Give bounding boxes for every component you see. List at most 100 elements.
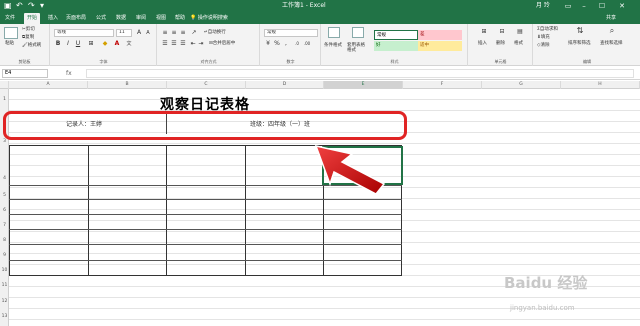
- row-header-9[interactable]: 9: [0, 253, 9, 258]
- row-header-1[interactable]: 1: [0, 97, 9, 102]
- close-button[interactable]: ✕: [614, 0, 630, 12]
- row-header-11[interactable]: 11: [0, 283, 9, 288]
- find-select-button[interactable]: 查找和选择: [600, 41, 626, 46]
- tab-insert[interactable]: 插入: [45, 13, 61, 24]
- undo-icon[interactable]: ↶: [16, 1, 23, 11]
- format-as-table-icon[interactable]: [352, 27, 364, 38]
- tab-data[interactable]: 数据: [113, 13, 129, 24]
- italic-button[interactable]: I: [64, 40, 72, 48]
- row-header-4[interactable]: 4: [0, 176, 9, 181]
- cut-button[interactable]: ✂剪切: [22, 27, 35, 33]
- save-icon[interactable]: ▣: [4, 1, 12, 11]
- align-top-icon[interactable]: ≡: [161, 29, 169, 37]
- bold-button[interactable]: B: [54, 40, 62, 48]
- style-good[interactable]: 好: [374, 41, 418, 51]
- currency-icon[interactable]: ¥: [264, 40, 272, 48]
- align-right-icon[interactable]: ☰: [179, 40, 187, 48]
- format-cells-icon[interactable]: ▤: [515, 28, 525, 36]
- phonetic-icon[interactable]: 文: [125, 40, 133, 48]
- increase-decimal-icon[interactable]: .0: [293, 40, 301, 48]
- row-header-12[interactable]: 12: [0, 299, 9, 304]
- font-name-select[interactable]: 等线: [54, 29, 114, 37]
- align-bottom-icon[interactable]: ≡: [179, 29, 187, 37]
- style-bad[interactable]: 差: [418, 30, 462, 40]
- align-middle-icon[interactable]: ≡: [170, 29, 178, 37]
- user-name[interactable]: 月 玲: [536, 1, 550, 11]
- autosum-button[interactable]: Σ自动求和: [537, 27, 558, 33]
- ribbon-display-options-button[interactable]: ▭: [560, 0, 576, 12]
- select-all-corner[interactable]: [0, 81, 9, 89]
- column-header-b[interactable]: B: [88, 81, 167, 89]
- style-neutral[interactable]: 适中: [418, 41, 462, 51]
- fill-color-icon[interactable]: ◆: [101, 40, 109, 48]
- ribbon: 粘贴 ✂剪切 ⧉复制 🖌格式刷 剪贴板 等线 11 A A B I U ⊞ ◆ …: [0, 24, 640, 66]
- tab-file[interactable]: 文件: [2, 13, 18, 24]
- fx-icon[interactable]: fx: [66, 69, 72, 78]
- percent-icon[interactable]: %: [273, 40, 281, 48]
- row-header-5[interactable]: 5: [0, 193, 9, 198]
- align-left-icon[interactable]: ☰: [161, 40, 169, 48]
- borders-icon[interactable]: ⊞: [87, 40, 95, 48]
- conditional-format-icon[interactable]: [328, 27, 340, 38]
- format-cells-button[interactable]: 格式: [514, 41, 523, 47]
- column-header-e[interactable]: E: [324, 81, 403, 89]
- insert-cells-button[interactable]: 插入: [478, 41, 487, 47]
- fill-button[interactable]: ⬇填充: [537, 35, 550, 41]
- tab-home[interactable]: 开始: [24, 13, 41, 24]
- column-header-g[interactable]: G: [482, 81, 561, 89]
- tab-formulas[interactable]: 公式: [93, 13, 109, 24]
- group-cells: ⊞ 插入 ⊟ 删除 ▤ 格式 单元格: [469, 24, 533, 66]
- share-button[interactable]: 共享: [606, 13, 616, 24]
- column-header-h[interactable]: H: [561, 81, 640, 89]
- number-format-select[interactable]: 常规: [264, 29, 318, 37]
- column-header-d[interactable]: D: [246, 81, 324, 89]
- comma-icon[interactable]: ,: [282, 40, 290, 48]
- redo-icon[interactable]: ↷: [28, 1, 35, 11]
- row-header-8[interactable]: 8: [0, 238, 9, 243]
- font-size-select[interactable]: 11: [116, 29, 132, 37]
- row-header-3[interactable]: 3: [0, 139, 9, 144]
- tab-view[interactable]: 视图: [153, 13, 169, 24]
- tab-review[interactable]: 审阅: [133, 13, 149, 24]
- merge-center-button[interactable]: ⊟合并后居中: [209, 41, 235, 47]
- tab-help[interactable]: 帮助: [172, 13, 188, 24]
- style-normal[interactable]: 常规: [374, 30, 418, 40]
- format-as-table-button[interactable]: 套用表格格式: [347, 43, 369, 53]
- align-center-icon[interactable]: ☰: [170, 40, 178, 48]
- underline-button[interactable]: U: [74, 40, 82, 48]
- minimize-button[interactable]: –: [576, 0, 592, 12]
- increase-font-icon[interactable]: A: [135, 29, 143, 37]
- paste-icon[interactable]: [4, 27, 18, 39]
- column-header-f[interactable]: F: [403, 81, 482, 89]
- clear-button[interactable]: ◇清除: [537, 43, 549, 49]
- delete-cells-button[interactable]: 删除: [496, 41, 505, 47]
- row-header-13[interactable]: 13: [0, 314, 9, 319]
- customize-qat-icon[interactable]: ▾: [40, 1, 44, 11]
- row-header-6[interactable]: 6: [0, 208, 9, 213]
- delete-cells-icon[interactable]: ⊟: [497, 28, 507, 36]
- paste-button[interactable]: 粘贴: [5, 41, 14, 47]
- formula-input[interactable]: [86, 69, 634, 78]
- copy-button[interactable]: ⧉复制: [22, 35, 34, 41]
- decrease-indent-icon[interactable]: ⇤: [189, 40, 197, 48]
- column-header-c[interactable]: C: [167, 81, 246, 89]
- font-color-button[interactable]: A: [113, 40, 121, 48]
- maximize-button[interactable]: ☐: [594, 0, 610, 12]
- format-painter-button[interactable]: 🖌格式刷: [22, 43, 41, 49]
- tab-page-layout[interactable]: 页面布局: [63, 13, 89, 24]
- row-header-7[interactable]: 7: [0, 223, 9, 228]
- decrease-decimal-icon[interactable]: .00: [303, 40, 311, 48]
- row-header-10[interactable]: 10: [0, 268, 9, 273]
- insert-cells-icon[interactable]: ⊞: [479, 28, 489, 36]
- sort-filter-icon[interactable]: ⇅: [574, 27, 586, 35]
- decrease-font-icon[interactable]: A: [144, 29, 152, 37]
- column-header-a[interactable]: A: [9, 81, 88, 89]
- increase-indent-icon[interactable]: ⇥: [197, 40, 205, 48]
- sort-filter-button[interactable]: 排序和筛选: [568, 41, 594, 46]
- tell-me-search[interactable]: 💡 操作说明搜索: [190, 13, 228, 24]
- name-box[interactable]: E4: [2, 69, 48, 78]
- wrap-text-button[interactable]: ↵自动换行: [204, 30, 226, 36]
- find-select-icon[interactable]: ⌕: [606, 27, 618, 35]
- orientation-icon[interactable]: ↗: [190, 29, 198, 37]
- conditional-format-button[interactable]: 条件格式: [324, 43, 342, 49]
